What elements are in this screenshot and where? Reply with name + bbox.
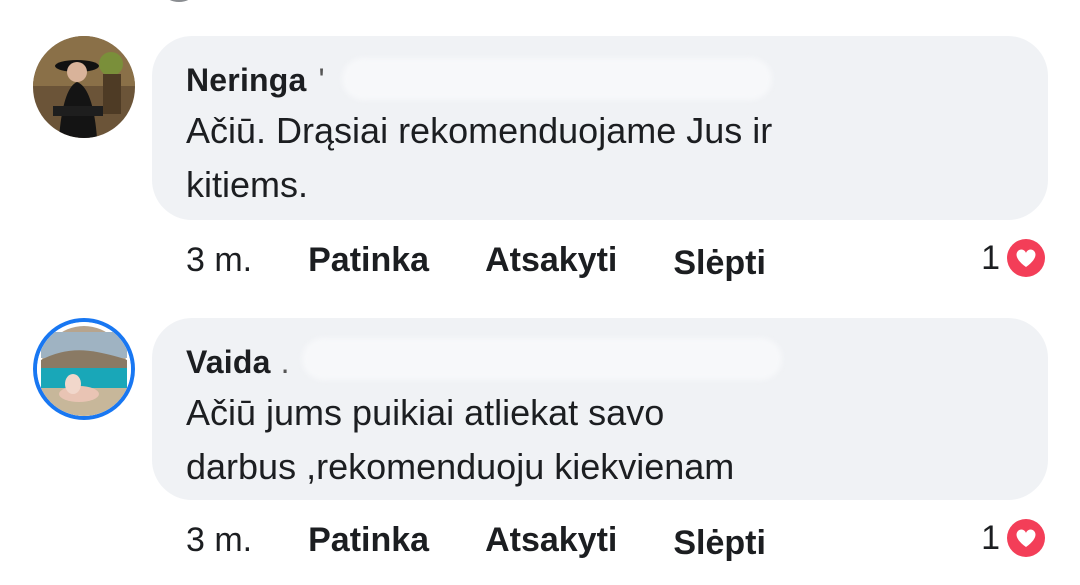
previous-comment-fragment (165, 0, 193, 2)
comment-author[interactable]: Vaida (186, 344, 271, 381)
hide-button[interactable]: Slėpti (673, 244, 766, 283)
avatar[interactable] (33, 318, 135, 420)
hide-button[interactable]: Slėpti (673, 524, 766, 563)
comment-line: darbus ,rekomenduoju kiekvienam (186, 446, 735, 487)
comment-author[interactable]: Neringa (186, 62, 307, 99)
comment-line: kitiems. (186, 164, 309, 205)
comment-bubble: Neringa ' Ačiū. Drąsiai rekomenduojame J… (152, 36, 1048, 220)
comment-line: Ačiū jums puikiai atliekat savo (186, 392, 665, 433)
reaction-count: 1 (981, 238, 1000, 277)
comment-actions: 3 m. Patinka Atsakyti Slėpti (186, 518, 822, 563)
heart-icon (1005, 237, 1047, 279)
avatar[interactable] (33, 36, 135, 138)
redacted-surname (342, 58, 772, 100)
reaction-summary[interactable]: 1 (981, 236, 1048, 280)
comment-text: Ačiū jums puikiai atliekat savo darbus ,… (186, 386, 1006, 494)
comment-bubble: Vaida . Ačiū jums puikiai atliekat savo … (152, 318, 1048, 500)
comment-timestamp[interactable]: 3 m. (186, 241, 252, 280)
like-button[interactable]: Patinka (308, 521, 429, 560)
reaction-summary[interactable]: 1 (981, 516, 1048, 560)
redacted-surname (302, 338, 782, 380)
comment-text: Ačiū. Drąsiai rekomenduojame Jus ir kiti… (186, 104, 1006, 212)
comment-author-suffix: ' (318, 62, 325, 98)
like-button[interactable]: Patinka (308, 241, 429, 280)
comment-author-suffix: . (280, 344, 290, 380)
comment-timestamp[interactable]: 3 m. (186, 521, 252, 560)
heart-icon (1005, 517, 1047, 559)
reaction-count: 1 (981, 518, 1000, 557)
comment-line: Ačiū. Drąsiai rekomenduojame Jus ir (186, 110, 773, 151)
comment-actions: 3 m. Patinka Atsakyti Slėpti (186, 238, 822, 283)
reply-button[interactable]: Atsakyti (485, 241, 617, 280)
reply-button[interactable]: Atsakyti (485, 521, 617, 560)
